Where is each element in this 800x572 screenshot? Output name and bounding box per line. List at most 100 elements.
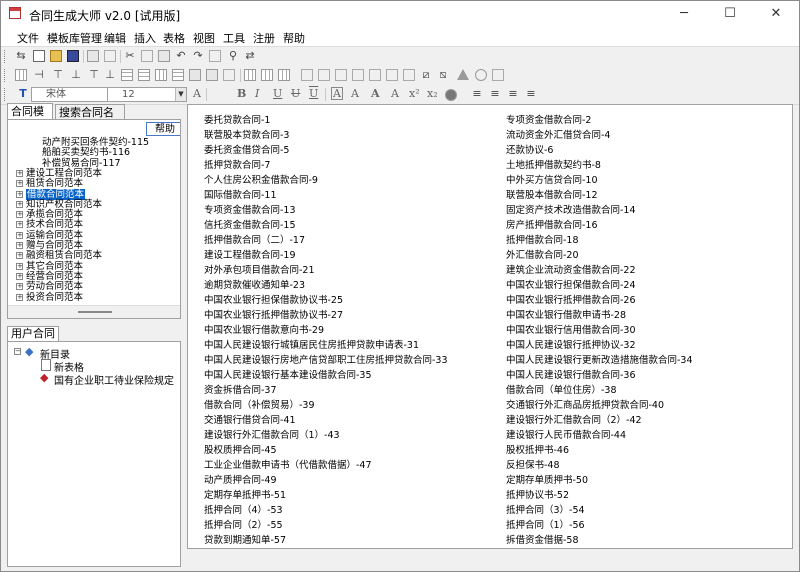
contract-item[interactable]: 委托资金借贷合同-5 xyxy=(204,143,448,158)
align-center-icon[interactable]: ≡ xyxy=(489,88,501,100)
contract-item[interactable]: 建设银行外汇借款合同（2）-42 xyxy=(506,413,693,428)
menu-file[interactable]: 文件 xyxy=(17,30,39,46)
contract-item[interactable]: 委托贷款合同-1 xyxy=(204,113,448,128)
line-diagonal2-icon[interactable]: ⧅ xyxy=(437,69,449,81)
expand-icon[interactable]: + xyxy=(16,283,23,291)
menu-insert[interactable]: 插入 xyxy=(134,30,156,46)
double-underline-icon[interactable]: U xyxy=(309,87,318,100)
contract-item[interactable]: 拆借资金借据-58 xyxy=(506,533,693,548)
align-top-icon[interactable]: ⊤ xyxy=(88,69,100,81)
contract-item[interactable]: 中国人民建设银行城镇居民住房抵押贷款申请表-31 xyxy=(204,338,448,353)
link-icon[interactable]: ⇆ xyxy=(15,50,27,62)
redo-icon[interactable]: ↷ xyxy=(192,50,204,62)
expand-icon[interactable]: + xyxy=(16,252,23,260)
font-size-select[interactable]: 12 ▼ xyxy=(107,87,187,102)
contract-item[interactable]: 抵押借款合同-18 xyxy=(506,233,693,248)
text-shadow-icon[interactable]: A xyxy=(351,87,359,100)
contract-item[interactable]: 流动资金外汇借贷合同-4 xyxy=(506,128,693,143)
menu-edit[interactable]: 编辑 xyxy=(104,30,126,46)
contract-item[interactable]: 逾期贷款催收通知单-23 xyxy=(204,278,448,293)
highlight-icon[interactable] xyxy=(445,89,457,101)
contract-item[interactable]: 固定资产技术改造借款合同-14 xyxy=(506,203,693,218)
contract-item[interactable]: 专项资金借款合同-13 xyxy=(204,203,448,218)
contract-item[interactable]: 中国农业银行借款申请书-28 xyxy=(506,308,693,323)
collapse-icon[interactable]: − xyxy=(14,348,21,355)
grid-cols-icon[interactable] xyxy=(155,69,167,81)
contract-item[interactable]: 定期存单质押书-50 xyxy=(506,473,693,488)
contract-item[interactable]: 国际借款合同-11 xyxy=(204,188,448,203)
find-icon[interactable]: ⚲ xyxy=(227,50,239,62)
table-grid-icon[interactable] xyxy=(172,69,184,81)
contract-item[interactable]: 动产质押合同-49 xyxy=(204,473,448,488)
cell-fill-icon[interactable] xyxy=(206,69,218,81)
expand-icon[interactable]: + xyxy=(16,231,23,239)
border-right-icon[interactable] xyxy=(278,69,290,81)
border-left-icon[interactable] xyxy=(244,69,256,81)
justify-icon[interactable]: ≡ xyxy=(525,88,537,100)
contract-item[interactable]: 房产抵押借款合同-16 xyxy=(506,218,693,233)
bold-icon[interactable]: B xyxy=(237,87,246,100)
align-left-icon[interactable]: ≡ xyxy=(471,88,483,100)
font-color-icon[interactable]: A xyxy=(193,87,201,100)
print-preview-icon[interactable] xyxy=(104,50,116,62)
expand-icon[interactable]: + xyxy=(16,293,23,301)
contract-item[interactable]: 借款合同（单位住房）-38 xyxy=(506,383,693,398)
undo-icon[interactable]: ↶ xyxy=(175,50,187,62)
contract-item[interactable]: 对外承包项目借款合同-21 xyxy=(204,263,448,278)
contract-item[interactable]: 建设工程借款合同-19 xyxy=(204,248,448,263)
toolbar-grip[interactable] xyxy=(4,69,8,82)
menu-register[interactable]: 注册 xyxy=(253,30,275,46)
menu-template-lib[interactable]: 模板库管理 xyxy=(47,30,102,46)
contract-item[interactable]: 中国农业银行抵押借款协议书-27 xyxy=(204,308,448,323)
contract-item[interactable]: 工业企业借款申请书（代借款借据）-47 xyxy=(204,458,448,473)
contract-item[interactable]: 抵押协议书-52 xyxy=(506,488,693,503)
cut-icon[interactable]: ✂ xyxy=(124,50,136,62)
chevron-down-icon[interactable]: ▼ xyxy=(175,88,186,101)
align-bottom-icon[interactable]: ⊥ xyxy=(104,69,116,81)
tree-item[interactable]: 投资合同范本 xyxy=(26,292,83,303)
expand-icon[interactable]: + xyxy=(16,262,23,270)
user-tree-item[interactable]: 国有企业职工待业保险规定 xyxy=(54,372,174,387)
shape-rect2-icon[interactable] xyxy=(318,69,330,81)
text-outline-icon[interactable]: A xyxy=(371,87,380,100)
contract-item[interactable]: 联营股本借款合同-12 xyxy=(506,188,693,203)
contract-item[interactable]: 抵押贷款合同-7 xyxy=(204,158,448,173)
border-inner-icon[interactable] xyxy=(261,69,273,81)
paste-icon[interactable] xyxy=(158,50,170,62)
contract-item[interactable]: 中国人民建设银行房地产信贷部职工住房抵押贷款合同-33 xyxy=(204,353,448,368)
contract-item[interactable]: 专项资金借款合同-2 xyxy=(506,113,693,128)
contract-item[interactable]: 建设银行人民币借款合同-44 xyxy=(506,428,693,443)
new-document-icon[interactable] xyxy=(33,50,45,62)
contract-item[interactable]: 联营股本贷款合同-3 xyxy=(204,128,448,143)
text-border-icon[interactable]: A xyxy=(331,87,343,100)
contract-item[interactable]: 中外买方信贷合同-10 xyxy=(506,173,693,188)
contract-item[interactable]: 土地抵押借款契约书-8 xyxy=(506,158,693,173)
contract-item[interactable]: 股权质押合同-45 xyxy=(204,443,448,458)
underline-icon[interactable]: U xyxy=(273,87,282,100)
contract-item[interactable]: 抵押借款合同（二）-17 xyxy=(204,233,448,248)
shape-rect7-icon[interactable] xyxy=(403,69,415,81)
expand-icon[interactable]: + xyxy=(16,211,23,219)
print-icon[interactable] xyxy=(87,50,99,62)
contract-item[interactable]: 中国人民建设银行借款合同-36 xyxy=(506,368,693,383)
contract-item[interactable]: 借款合同（补偿贸易）-39 xyxy=(204,398,448,413)
help-button[interactable]: 帮助 xyxy=(146,122,180,136)
maximize-button[interactable]: ☐ xyxy=(707,1,753,27)
contract-item[interactable]: 抵押合同（4）-53 xyxy=(204,503,448,518)
expand-icon[interactable]: + xyxy=(16,190,23,198)
contract-item[interactable]: 资金拆借合同-37 xyxy=(204,383,448,398)
split-icon[interactable]: ⊥ xyxy=(70,69,82,81)
contract-item[interactable]: 中国农业银行信用借款合同-30 xyxy=(506,323,693,338)
contract-item[interactable]: 交通银行借贷合同-41 xyxy=(204,413,448,428)
contract-item[interactable]: 股权抵押书-46 xyxy=(506,443,693,458)
minimize-button[interactable]: ─ xyxy=(661,1,707,27)
cell-icon[interactable] xyxy=(189,69,201,81)
copy-icon[interactable] xyxy=(141,50,153,62)
text-style-icon[interactable]: A xyxy=(391,87,399,100)
replace-icon[interactable]: ⇄ xyxy=(244,50,256,62)
contract-item[interactable]: 外汇借款合同-20 xyxy=(506,248,693,263)
contract-item[interactable]: 中国人民建设银行更新改造措施借款合同-34 xyxy=(506,353,693,368)
insert-row-icon[interactable]: ⊣ xyxy=(33,69,45,81)
circle-icon[interactable] xyxy=(475,69,487,81)
contract-item[interactable]: 抵押合同（2）-55 xyxy=(204,518,448,533)
